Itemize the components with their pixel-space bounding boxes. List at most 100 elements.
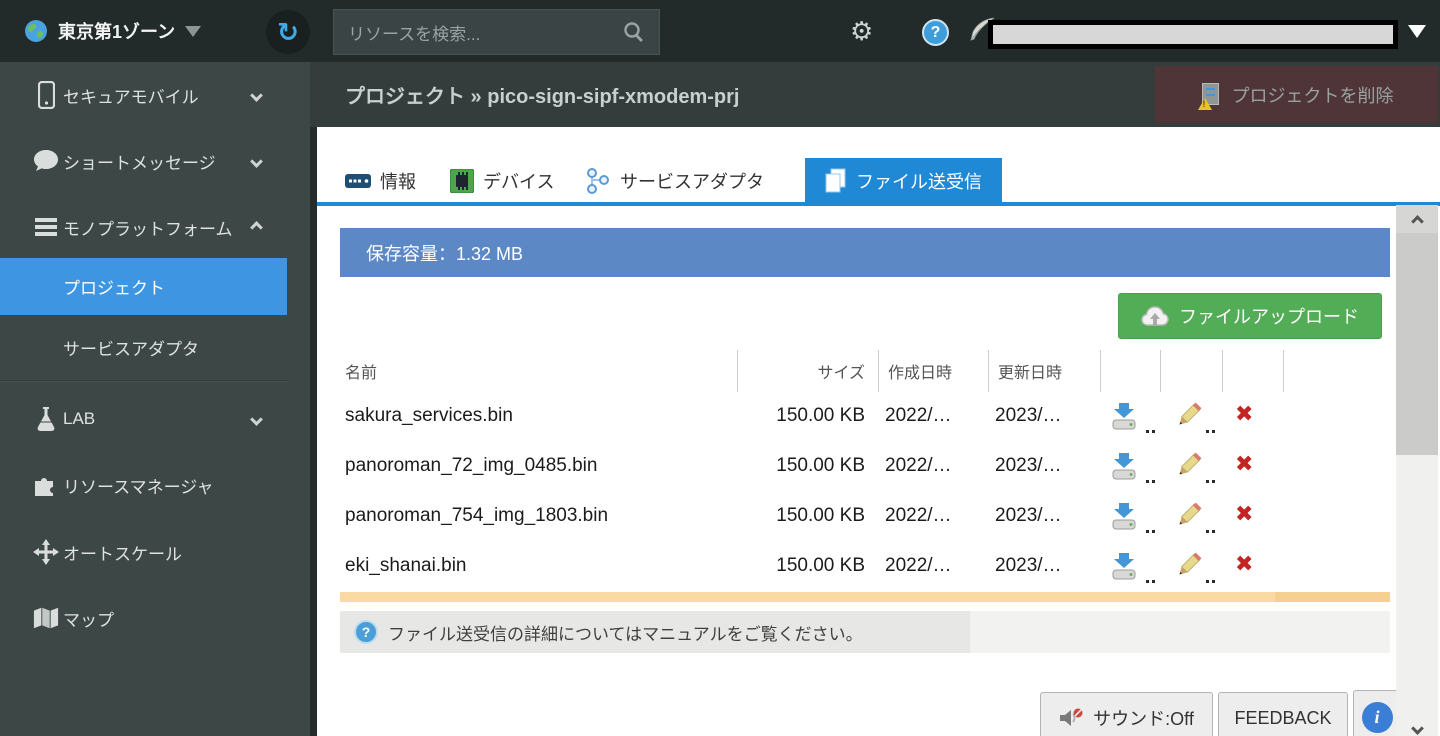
info-bar: ? ファイル送受信の詳細についてはマニュアルをご覧ください。 — [340, 611, 970, 653]
delete-x-icon[interactable]: ✖ — [1235, 451, 1253, 477]
info-bar-text: ファイル送受信の詳細についてはマニュアルをご覧ください。 — [388, 620, 863, 645]
tab-service-adapter[interactable]: サービスアダプタ — [585, 158, 764, 203]
main-content: 情報 デバイス サービスアダプタ — [317, 127, 1440, 736]
info-card-icon — [345, 172, 371, 190]
edit-pencil-icon[interactable] — [1173, 501, 1203, 531]
column-separator — [1222, 350, 1223, 392]
column-separator — [1100, 350, 1101, 392]
chevron-up-icon — [252, 217, 261, 237]
chat-bubble-icon — [33, 149, 59, 173]
tab-label: 情報 — [380, 168, 416, 194]
help-circle-icon: ? — [354, 620, 378, 644]
sidebar-item-label: セキュアモバイル — [63, 83, 199, 108]
content-scrollbar-thumb[interactable] — [1396, 233, 1438, 455]
file-upload-button[interactable]: ファイルアップロード — [1118, 293, 1382, 339]
tab-bar: 情報 デバイス サービスアダプタ — [317, 158, 1440, 203]
sidebar-item-label: ショートメッセージ — [63, 149, 216, 174]
flask-icon — [33, 406, 59, 432]
sound-toggle-label: サウンド:Off — [1093, 705, 1194, 731]
file-size: 150.00 KB — [640, 505, 865, 527]
sidebar-item-lab[interactable]: LAB — [0, 386, 287, 452]
zone-dropdown-arrow-icon — [185, 26, 201, 37]
nodes-icon — [585, 168, 611, 194]
file-updated: 2023/… — [995, 555, 1062, 577]
help-icon[interactable]: ? — [922, 19, 949, 46]
chevron-down-icon — [252, 151, 261, 171]
file-created: 2022/… — [885, 505, 952, 527]
sidebar-item-service-adapter[interactable]: サービスアダプタ — [0, 315, 287, 379]
sidebar-item-resource-manager[interactable]: リソースマネージャ — [0, 452, 287, 518]
delete-project-icon — [1200, 83, 1222, 107]
settings-gear-icon[interactable]: ⚙ — [850, 0, 873, 62]
sound-toggle-button[interactable]: サウンド:Off — [1040, 692, 1213, 736]
table-row[interactable]: sakura_services.bin 150.00 KB 2022/… 202… — [340, 393, 1390, 443]
move-arrows-icon — [33, 539, 59, 565]
truncation-dots — [1206, 467, 1218, 489]
truncation-dots — [1206, 567, 1218, 589]
globe-icon — [24, 19, 48, 43]
sidebar-item-project[interactable]: プロジェクト — [0, 258, 287, 315]
download-icon[interactable] — [1110, 501, 1138, 531]
tab-info[interactable]: 情報 — [345, 158, 416, 203]
edit-pencil-icon[interactable] — [1173, 551, 1203, 581]
column-header-created: 作成日時 — [888, 359, 952, 383]
tab-label: ファイル送受信 — [856, 168, 982, 194]
edit-pencil-icon[interactable] — [1173, 451, 1203, 481]
delete-x-icon[interactable]: ✖ — [1235, 551, 1253, 577]
top-bar: 東京第1ゾーン ↻ リソースを検索... ⚙ ? — [0, 0, 1440, 62]
sidebar-item-label: プロジェクト — [63, 274, 165, 299]
tab-label: サービスアダプタ — [620, 168, 764, 194]
content-scroll-down-button[interactable] — [1396, 715, 1438, 736]
sidebar-item-label: マップ — [63, 606, 114, 631]
info-button[interactable]: i — [1353, 690, 1401, 736]
sidebar-item-short-message[interactable]: ショートメッセージ — [0, 128, 287, 194]
delete-x-icon[interactable]: ✖ — [1235, 401, 1253, 427]
content-scroll-up-button[interactable] — [1396, 205, 1438, 233]
chevron-down-icon — [252, 85, 261, 105]
cloud-upload-icon — [1141, 305, 1169, 327]
zone-selector[interactable]: 東京第1ゾーン — [24, 0, 201, 62]
sidebar: セキュアモバイル ショートメッセージ モノプラットフォーム プロジェクト サービ… — [0, 62, 310, 736]
content-scrollbar[interactable] — [1396, 205, 1438, 736]
download-icon[interactable] — [1110, 401, 1138, 431]
table-row[interactable]: eki_shanai.bin 150.00 KB 2022/… 2023/… ✖ — [340, 543, 1390, 593]
refresh-icon: ↻ — [277, 19, 299, 45]
table-row[interactable]: panoroman_754_img_1803.bin 150.00 KB 202… — [340, 493, 1390, 543]
sidebar-item-map[interactable]: マップ — [0, 585, 287, 651]
download-icon[interactable] — [1110, 551, 1138, 581]
refresh-button[interactable]: ↻ — [266, 10, 310, 54]
delete-project-button[interactable]: プロジェクトを削除 — [1155, 66, 1438, 123]
sidebar-item-autoscale[interactable]: オートスケール — [0, 519, 287, 585]
truncation-dots — [1146, 417, 1158, 439]
tab-devices[interactable]: デバイス — [450, 158, 554, 203]
zone-label: 東京第1ゾーン — [58, 18, 175, 44]
tab-file-transfer[interactable]: ファイル送受信 — [805, 158, 1002, 203]
edit-pencil-icon[interactable] — [1173, 401, 1203, 431]
sound-muted-icon — [1059, 707, 1085, 729]
sidebar-item-mono-platform[interactable]: モノプラットフォーム — [0, 194, 287, 260]
file-name: panoroman_72_img_0485.bin — [345, 455, 597, 477]
table-header: 名前 サイズ 作成日時 更新日時 — [340, 345, 1390, 393]
horizontal-scrollbar-thumb[interactable] — [1275, 592, 1390, 602]
storage-label: 保存容量：1.32 MB — [366, 240, 523, 266]
sidebar-item-secure-mobile[interactable]: セキュアモバイル — [0, 62, 287, 128]
delete-project-label: プロジェクトを削除 — [1232, 82, 1394, 108]
file-size: 150.00 KB — [640, 555, 865, 577]
download-icon[interactable] — [1110, 451, 1138, 481]
storage-capacity-bar: 保存容量：1.32 MB — [340, 228, 1390, 277]
truncation-dots — [1146, 567, 1158, 589]
files-icon — [825, 168, 847, 194]
delete-x-icon[interactable]: ✖ — [1235, 501, 1253, 527]
sidebar-item-label: リソースマネージャ — [63, 473, 213, 498]
column-header-updated: 更新日時 — [998, 359, 1062, 383]
file-size: 150.00 KB — [640, 455, 865, 477]
truncation-dots — [1146, 467, 1158, 489]
account-dropdown-arrow-icon[interactable] — [1408, 25, 1426, 38]
account-name-redacted[interactable] — [988, 20, 1398, 49]
column-separator — [1160, 350, 1161, 392]
table-row[interactable]: panoroman_72_img_0485.bin 150.00 KB 2022… — [340, 443, 1390, 493]
feedback-button[interactable]: FEEDBACK — [1218, 692, 1348, 736]
horizontal-scrollbar[interactable] — [340, 592, 1390, 602]
feedback-label: FEEDBACK — [1234, 708, 1331, 729]
resource-search-input[interactable]: リソースを検索... — [333, 9, 660, 55]
